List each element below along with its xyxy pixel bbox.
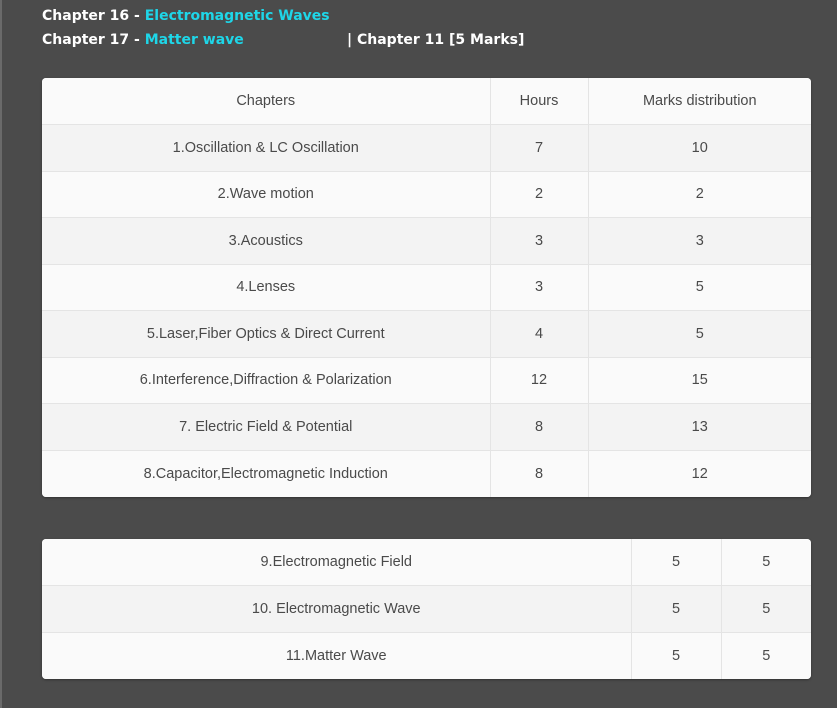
chapter-cell: 1.Oscillation & LC Oscillation: [42, 124, 491, 172]
chapter-cell: 3.Acoustics: [42, 217, 491, 265]
chapters-table: Chapters Hours Marks distribution 1.Osci…: [42, 78, 811, 497]
chapter-cell: 5.Laser,Fiber Optics & Direct Current: [42, 310, 491, 358]
hours-cell: 5: [631, 632, 722, 680]
marks-cell: 2: [588, 171, 811, 218]
chapter-cell: 7. Electric Field & Potential: [42, 403, 491, 451]
marks-cell: 10: [588, 124, 811, 172]
table-row: 5.Laser,Fiber Optics & Direct Current 4 5: [42, 310, 811, 358]
hours-cell: 5: [631, 585, 722, 633]
extra-chapters-table: 9.Electromagnetic Field 5 5 10. Electromagn…: [42, 539, 811, 680]
hours-cell: 3: [490, 264, 589, 311]
hours-cell: 8: [490, 450, 589, 497]
chapter-cell: 11.Matter Wave: [42, 632, 632, 680]
marks-cell: 5: [721, 539, 811, 587]
hours-cell: 12: [490, 357, 589, 404]
hours-cell: 4: [490, 310, 589, 358]
chapter-cell: 2.Wave motion: [42, 171, 491, 218]
chapter-cell: 10. Electromagnetic Wave: [42, 585, 632, 633]
table-row: 4.Lenses 3 5: [42, 264, 811, 311]
electromagnetic-waves-link[interactable]: Electromagnetic Waves: [145, 8, 330, 24]
table-row: 10. Electromagnetic Wave 5 5: [42, 585, 811, 633]
chapter-cell: 6.Interference,Diffraction & Polarizatio…: [42, 357, 491, 404]
table-row: 7. Electric Field & Potential 8 13: [42, 403, 811, 451]
marks-cell: 5: [721, 585, 811, 633]
hours-cell: 3: [490, 217, 589, 265]
chapters-table-card: Chapters Hours Marks distribution 1.Osci…: [42, 78, 811, 497]
table-row: 3.Acoustics 3 3: [42, 217, 811, 265]
marks-cell: 3: [588, 217, 811, 265]
marks-cell: 12: [691, 465, 708, 482]
extra-chapters-table-card: 9.Electromagnetic Field 5 5 10. Electromagn…: [42, 539, 811, 680]
page: Chapter 16 - Electromagnetic Waves Chapt…: [0, 0, 837, 708]
hours-cell: 8: [490, 403, 589, 451]
chapter-11-marks: | Chapter 11 [5 Marks]: [347, 32, 525, 48]
marks-cell: 5: [762, 647, 771, 664]
table-row: 1.Oscillation & LC Oscillation 7 10: [42, 124, 811, 172]
table-header-row: Chapters Hours Marks distribution: [42, 78, 811, 125]
header-chapters: Chapters: [42, 78, 491, 125]
hours-cell: 5: [631, 539, 722, 587]
header-marks: Marks distribution: [588, 78, 811, 125]
table-row: 11.Matter Wave 5 5: [42, 632, 811, 680]
chapter-intro: Chapter 16 - Electromagnetic Waves Chapt…: [42, 4, 524, 52]
marks-cell: 13: [588, 403, 811, 451]
marks-cell: 15: [588, 357, 811, 404]
chapter-16-line: Chapter 16 - Electromagnetic Waves: [42, 4, 330, 28]
hours-cell: 7: [490, 124, 589, 172]
matter-wave-link[interactable]: Matter wave: [145, 32, 244, 48]
header-hours: Hours: [490, 78, 589, 125]
table-row: 8.Capacitor,Electromagnetic Induction 8 12: [42, 450, 811, 497]
chapter-cell: 8.Capacitor,Electromagnetic Induction: [42, 450, 491, 497]
marks-cell: 5: [588, 264, 811, 311]
marks-cell: 5: [588, 310, 811, 358]
table-row: 2.Wave motion 2 2: [42, 171, 811, 218]
chapter-cell: 4.Lenses: [42, 264, 491, 311]
table-row: 9.Electromagnetic Field 5 5: [42, 539, 811, 587]
chapter-17-label: Chapter 17 -: [42, 32, 145, 48]
chapter-cell: 9.Electromagnetic Field: [42, 539, 632, 587]
table-row: 6.Interference,Diffraction & Polarizatio…: [42, 357, 811, 404]
hours-cell: 2: [490, 171, 589, 218]
chapter-16-label: Chapter 16 -: [42, 8, 145, 24]
chapter-17-line: Chapter 17 - Matter wave | Chapter 11 [5 …: [42, 28, 524, 52]
